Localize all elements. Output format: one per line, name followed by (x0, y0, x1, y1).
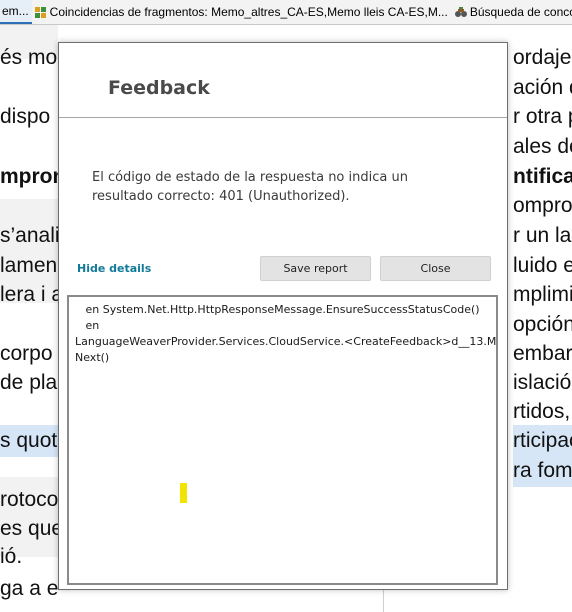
segment-text[interactable]: lamen (0, 250, 58, 282)
segment-text[interactable]: lera i a (0, 279, 58, 311)
source-segments-column: és mol dispo mpron s’anali lamen lera i … (0, 25, 58, 612)
segment-text[interactable]: r un lac (513, 220, 572, 252)
error-details-textbox[interactable]: en System.Net.Http.HttpResponseMessage.E… (67, 295, 498, 585)
segment-text[interactable]: s’anali (0, 220, 58, 252)
tab-fragment-matches[interactable]: Coincidencias de fragmentos: Memo_altres… (32, 0, 452, 24)
save-report-button[interactable]: Save report (260, 256, 371, 281)
cursor-highlight-marker (180, 483, 187, 503)
title-divider (59, 117, 507, 118)
segment-text[interactable]: dispo (0, 101, 58, 133)
segment-text[interactable]: corpo (0, 338, 58, 370)
segment-text[interactable]: ió. (0, 541, 58, 573)
segment-text[interactable]: ompron (513, 190, 572, 222)
segment-text[interactable]: islación (513, 367, 572, 399)
error-message: El código de estado de la respuesta no i… (92, 170, 408, 204)
segment-text[interactable]: és mol (0, 42, 58, 74)
segment-text[interactable]: ación d (513, 72, 572, 104)
details-line: en System.Net.Http.HttpResponseMessage.E… (75, 303, 480, 316)
segment-text-highlighted[interactable]: s quot (0, 425, 58, 457)
details-line: en (75, 319, 100, 332)
tab-concordance-search[interactable]: Búsqueda de concordancias: (452, 0, 572, 24)
tab-label: em... (2, 4, 29, 18)
details-line: Next() (75, 351, 110, 364)
segment-text[interactable]: embar (513, 338, 572, 370)
segment-text[interactable]: rtidos, (513, 396, 572, 428)
segment-text-highlighted[interactable]: ra fome (513, 455, 572, 487)
tab-editor[interactable]: em... (0, 0, 32, 24)
hide-details-link[interactable]: Hide details (77, 262, 151, 275)
close-button[interactable]: Close (380, 256, 491, 281)
segment-text[interactable]: mpron (0, 161, 58, 193)
tab-label: Búsqueda de concordancias: (469, 5, 572, 19)
dialog-title: Feedback (108, 77, 210, 99)
details-line: LanguageWeaverProvider.Services.CloudSer… (75, 335, 498, 348)
segment-text[interactable]: ntifica (513, 161, 572, 193)
feedback-dialog: Feedback El código de estado de la respu… (58, 42, 508, 590)
segment-text[interactable]: rotoco (0, 484, 58, 516)
segment-text[interactable]: de pla (0, 367, 58, 399)
segment-text[interactable]: luido e (513, 250, 572, 282)
segment-text[interactable]: opción (513, 309, 572, 341)
segment-text[interactable]: r otra p (513, 101, 572, 133)
segment-text[interactable]: ales de (513, 131, 572, 163)
concordance-search-icon (454, 6, 467, 17)
segment-text-highlighted[interactable]: rticipac (513, 425, 572, 457)
document-tab-bar: em... Coincidencias de fragmentos: Memo_… (0, 0, 572, 25)
fragment-match-icon (34, 6, 46, 18)
target-segments-column: ordaje ación d r otra p ales de ntifica … (508, 25, 572, 612)
segment-text[interactable]: ordaje (513, 42, 572, 74)
segment-text[interactable]: mplimic (513, 279, 572, 311)
column-divider (383, 590, 384, 612)
tab-label: Coincidencias de fragmentos: Memo_altres… (49, 5, 448, 19)
segment-text[interactable]: ga a elaborar plans d’igualtat i (0, 573, 58, 605)
